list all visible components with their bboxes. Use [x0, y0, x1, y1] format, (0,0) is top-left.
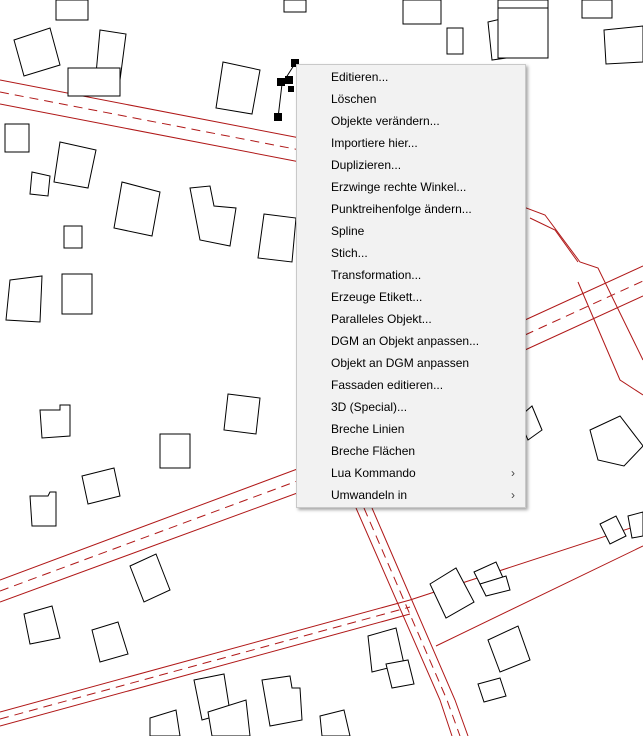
chevron-right-icon: › [511, 488, 515, 502]
menu-item-label: Editieren... [331, 70, 389, 84]
menu-item-label: Stich... [331, 246, 368, 260]
menu-item-3d-special[interactable]: 3D (Special)... [297, 396, 525, 418]
menu-item-label: Lua Kommando [331, 466, 416, 480]
menu-item-loeschen[interactable]: Löschen [297, 88, 525, 110]
menu-item-objekt-an-dgm[interactable]: Objekt an DGM anpassen [297, 352, 525, 374]
menu-item-fassaden-editieren[interactable]: Fassaden editieren... [297, 374, 525, 396]
menu-item-label: Transformation... [331, 268, 422, 282]
menu-item-label: Breche Linien [331, 422, 405, 436]
menu-item-label: Fassaden editieren... [331, 378, 444, 392]
menu-item-transformation[interactable]: Transformation... [297, 264, 525, 286]
menu-item-label: Breche Flächen [331, 444, 416, 458]
menu-item-label: Duplizieren... [331, 158, 402, 172]
menu-item-stich[interactable]: Stich... [297, 242, 525, 264]
selection-handle [288, 86, 294, 92]
menu-item-punktreihenfolge[interactable]: Punktreihenfolge ändern... [297, 198, 525, 220]
menu-item-umwandeln-in[interactable]: Umwandeln in › [297, 484, 525, 506]
menu-item-importiere-hier[interactable]: Importiere hier... [297, 132, 525, 154]
menu-item-label: Erzeuge Etikett... [331, 290, 423, 304]
menu-item-lua-kommando[interactable]: Lua Kommando › [297, 462, 525, 484]
menu-item-label: Erzwinge rechte Winkel... [331, 180, 467, 194]
menu-item-label: Paralleles Objekt... [331, 312, 432, 326]
menu-item-erzeuge-etikett[interactable]: Erzeuge Etikett... [297, 286, 525, 308]
menu-item-label: Importiere hier... [331, 136, 418, 150]
menu-item-rechte-winkel[interactable]: Erzwinge rechte Winkel... [297, 176, 525, 198]
menu-item-paralleles-objekt[interactable]: Paralleles Objekt... [297, 308, 525, 330]
menu-item-editieren[interactable]: Editieren... [297, 66, 525, 88]
menu-item-label: Löschen [331, 92, 377, 106]
menu-item-dgm-an-objekt[interactable]: DGM an Objekt anpassen... [297, 330, 525, 352]
menu-item-label: Umwandeln in [331, 488, 408, 502]
context-menu: Editieren... Löschen Objekte verändern..… [296, 64, 526, 508]
selection-handle [285, 76, 293, 84]
menu-item-breche-flaechen[interactable]: Breche Flächen [297, 440, 525, 462]
menu-item-label: DGM an Objekt anpassen... [331, 334, 480, 348]
menu-item-label: Spline [331, 224, 365, 238]
menu-item-label: Punktreihenfolge ändern... [331, 202, 472, 216]
menu-item-label: Objekte verändern... [331, 114, 440, 128]
menu-item-duplizieren[interactable]: Duplizieren... [297, 154, 525, 176]
selection-handle [277, 78, 285, 86]
menu-item-objekte-veraendern[interactable]: Objekte verändern... [297, 110, 525, 132]
chevron-right-icon: › [511, 466, 515, 480]
selection-handle [274, 113, 282, 121]
menu-item-label: 3D (Special)... [331, 400, 408, 414]
menu-item-breche-linien[interactable]: Breche Linien [297, 418, 525, 440]
menu-item-spline[interactable]: Spline [297, 220, 525, 242]
menu-item-label: Objekt an DGM anpassen [331, 356, 470, 370]
